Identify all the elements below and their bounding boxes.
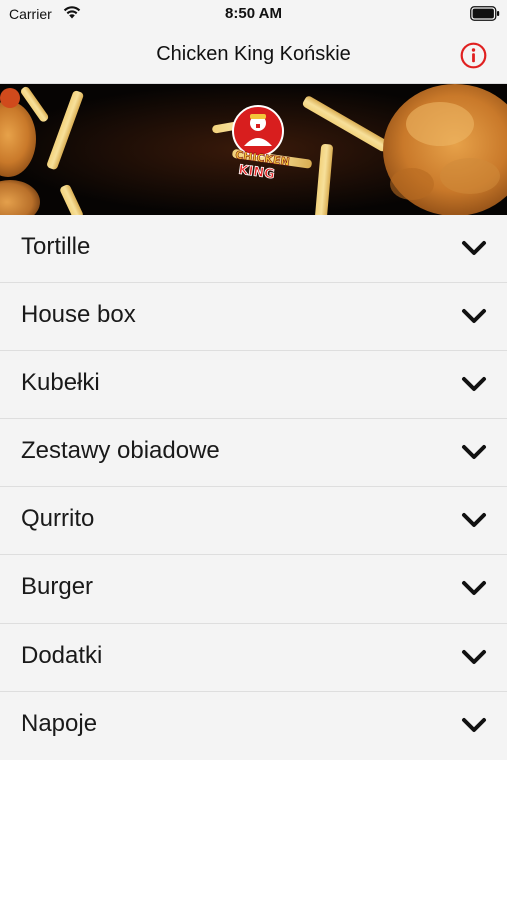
banner-image: CHICKEN KING bbox=[0, 84, 507, 215]
menu-category-napoje[interactable]: Napoje bbox=[0, 691, 507, 760]
menu-category-label: Dodatki bbox=[21, 641, 103, 669]
menu-category-label: Burger bbox=[21, 573, 94, 601]
restaurant-banner: CHICKEN KING bbox=[0, 84, 507, 215]
chevron-down-icon[interactable] bbox=[461, 375, 487, 393]
menu-category-label: Zestawy obiadowe bbox=[21, 437, 220, 465]
chevron-down-icon[interactable] bbox=[461, 579, 487, 597]
menu-category-label: Napoje bbox=[21, 709, 98, 737]
chevron-down-icon[interactable] bbox=[461, 307, 487, 325]
menu-category-label: Tortille bbox=[21, 233, 91, 260]
navigation-bar: Chicken King Końskie bbox=[0, 27, 507, 84]
menu-category-zestawy-obiadowe[interactable]: Zestawy obiadowe bbox=[0, 419, 507, 488]
menu-category-label: House box bbox=[21, 301, 136, 329]
menu-category-house-box[interactable]: House box bbox=[0, 283, 507, 352]
menu-category-tortille[interactable]: Tortille bbox=[0, 215, 507, 284]
menu-category-dodatki[interactable]: Dodatki bbox=[0, 623, 507, 692]
menu-category-list: Tortille House box Kubełki Zestawy obiad… bbox=[0, 215, 507, 760]
chevron-down-icon[interactable] bbox=[461, 511, 487, 529]
menu-category-label: Kubełki bbox=[21, 369, 100, 397]
chevron-down-icon[interactable] bbox=[461, 648, 487, 666]
chevron-down-icon[interactable] bbox=[461, 239, 487, 257]
chevron-down-icon[interactable] bbox=[461, 716, 487, 734]
page-title: Chicken King Końskie bbox=[156, 43, 351, 65]
status-bar: Carrier 8:50 AM bbox=[0, 0, 507, 27]
menu-category-qurrito[interactable]: Qurrito bbox=[0, 487, 507, 556]
menu-category-kubelki[interactable]: Kubełki bbox=[0, 351, 507, 420]
chevron-down-icon[interactable] bbox=[461, 443, 487, 461]
info-icon[interactable] bbox=[460, 42, 487, 69]
clock: 8:50 AM bbox=[225, 5, 282, 22]
menu-category-label: Qurrito bbox=[21, 505, 95, 533]
menu-category-burger[interactable]: Burger bbox=[0, 555, 507, 624]
battery-icon bbox=[470, 6, 500, 21]
